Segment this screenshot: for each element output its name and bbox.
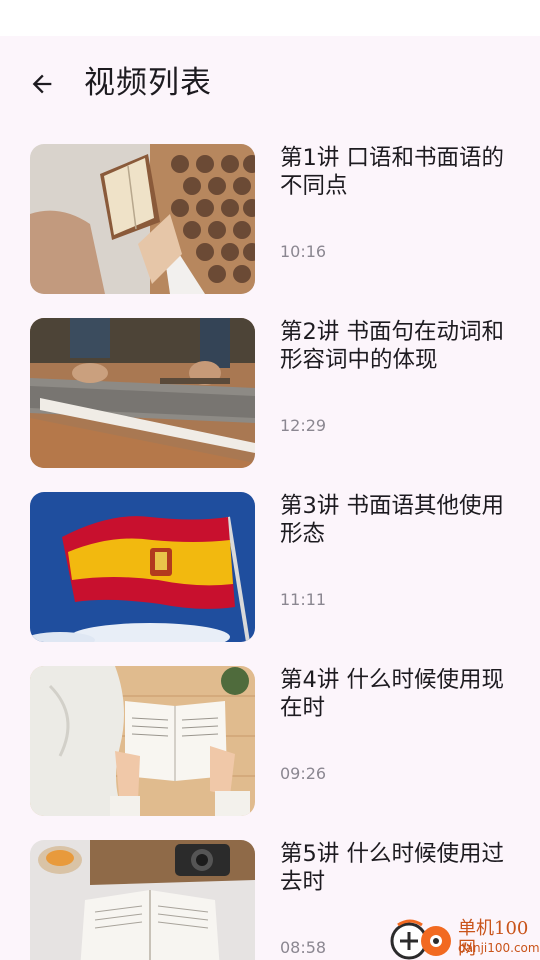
video-title: 第5讲 什么时候使用过去时 [280, 841, 504, 895]
status-bar [0, 0, 540, 36]
app-bar: 视频列表 [0, 36, 540, 132]
page-title: 视频列表 [84, 65, 212, 101]
video-title: 第4讲 什么时候使用现在时 [280, 667, 504, 721]
video-thumbnail [30, 840, 255, 960]
watermark-logo-icon [390, 919, 451, 960]
video-duration: 12:29 [280, 416, 327, 435]
watermark: 单机100网 danji100.com [390, 917, 540, 960]
video-thumbnail [30, 666, 255, 816]
arrow-left-icon [32, 74, 52, 94]
video-list-item[interactable]: 第3讲 书面语其他使用形态 11:11 [30, 492, 510, 642]
video-thumbnail [30, 318, 255, 468]
video-thumbnail [30, 144, 255, 294]
video-duration: 10:16 [280, 242, 327, 261]
video-thumbnail [30, 492, 255, 642]
video-duration: 08:58 [280, 938, 327, 957]
video-duration: 09:26 [280, 764, 327, 783]
watermark-url: danji100.com [458, 941, 540, 955]
video-title: 第2讲 书面句在动词和形容词中的体现 [280, 319, 504, 373]
video-title: 第1讲 口语和书面语的不同点 [280, 145, 504, 199]
video-duration: 11:11 [280, 590, 327, 609]
video-title: 第3讲 书面语其他使用形态 [280, 493, 504, 547]
video-list-item[interactable]: 第1讲 口语和书面语的不同点 10:16 [30, 144, 510, 294]
video-list-item[interactable]: 第2讲 书面句在动词和形容词中的体现 12:29 [30, 318, 510, 468]
back-button[interactable] [22, 64, 62, 104]
video-list-item[interactable]: 第4讲 什么时候使用现在时 09:26 [30, 666, 510, 816]
